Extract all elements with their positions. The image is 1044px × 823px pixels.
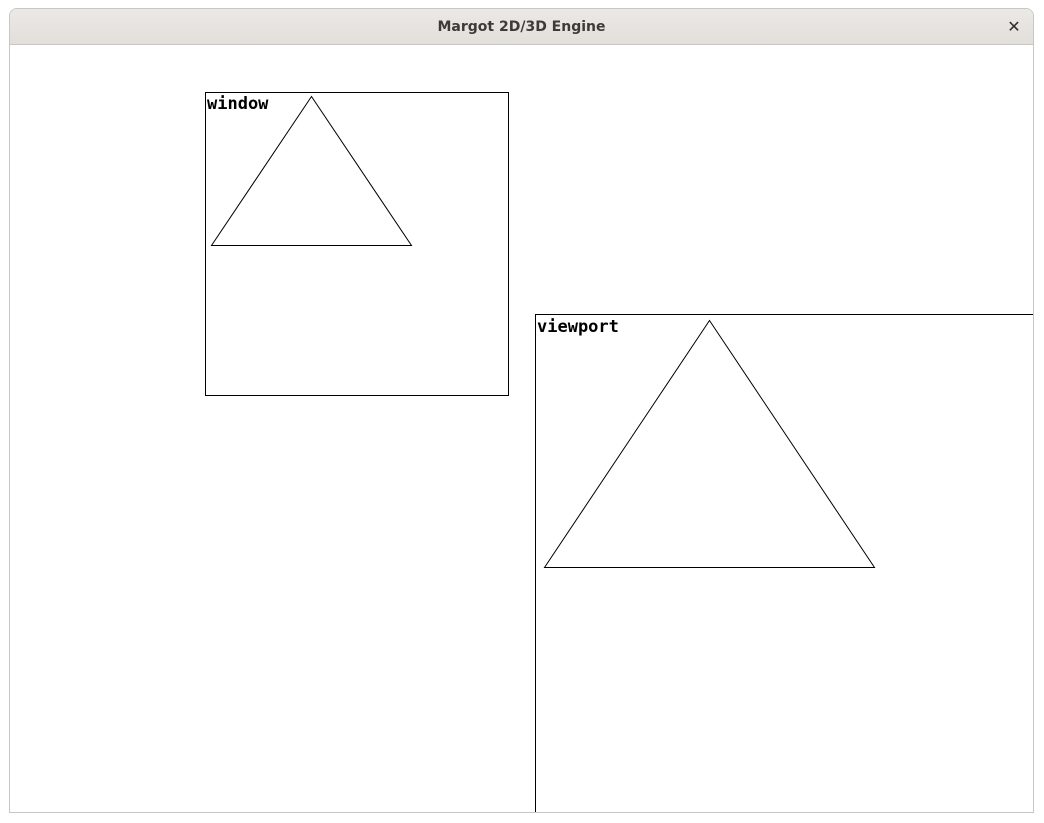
window-panel-frame (205, 92, 509, 396)
scene-svg: window viewport (205, 92, 1033, 812)
titlebar[interactable]: Margot 2D/3D Engine ✕ (10, 9, 1033, 45)
viewport-panel: viewport (535, 314, 1033, 812)
close-button[interactable]: ✕ (1002, 15, 1026, 39)
close-icon: ✕ (1007, 17, 1021, 36)
viewport-panel-label: viewport (537, 317, 619, 337)
window-title: Margot 2D/3D Engine (437, 19, 606, 35)
window-panel-label: window (207, 94, 269, 114)
app-window: Margot 2D/3D Engine ✕ window viewport (9, 8, 1034, 813)
viewport-triangle (543, 319, 876, 568)
window-triangle (210, 95, 413, 246)
render-canvas[interactable]: window viewport (10, 45, 1033, 812)
window-panel: window (205, 92, 509, 396)
viewport-panel-frame (535, 314, 1033, 812)
